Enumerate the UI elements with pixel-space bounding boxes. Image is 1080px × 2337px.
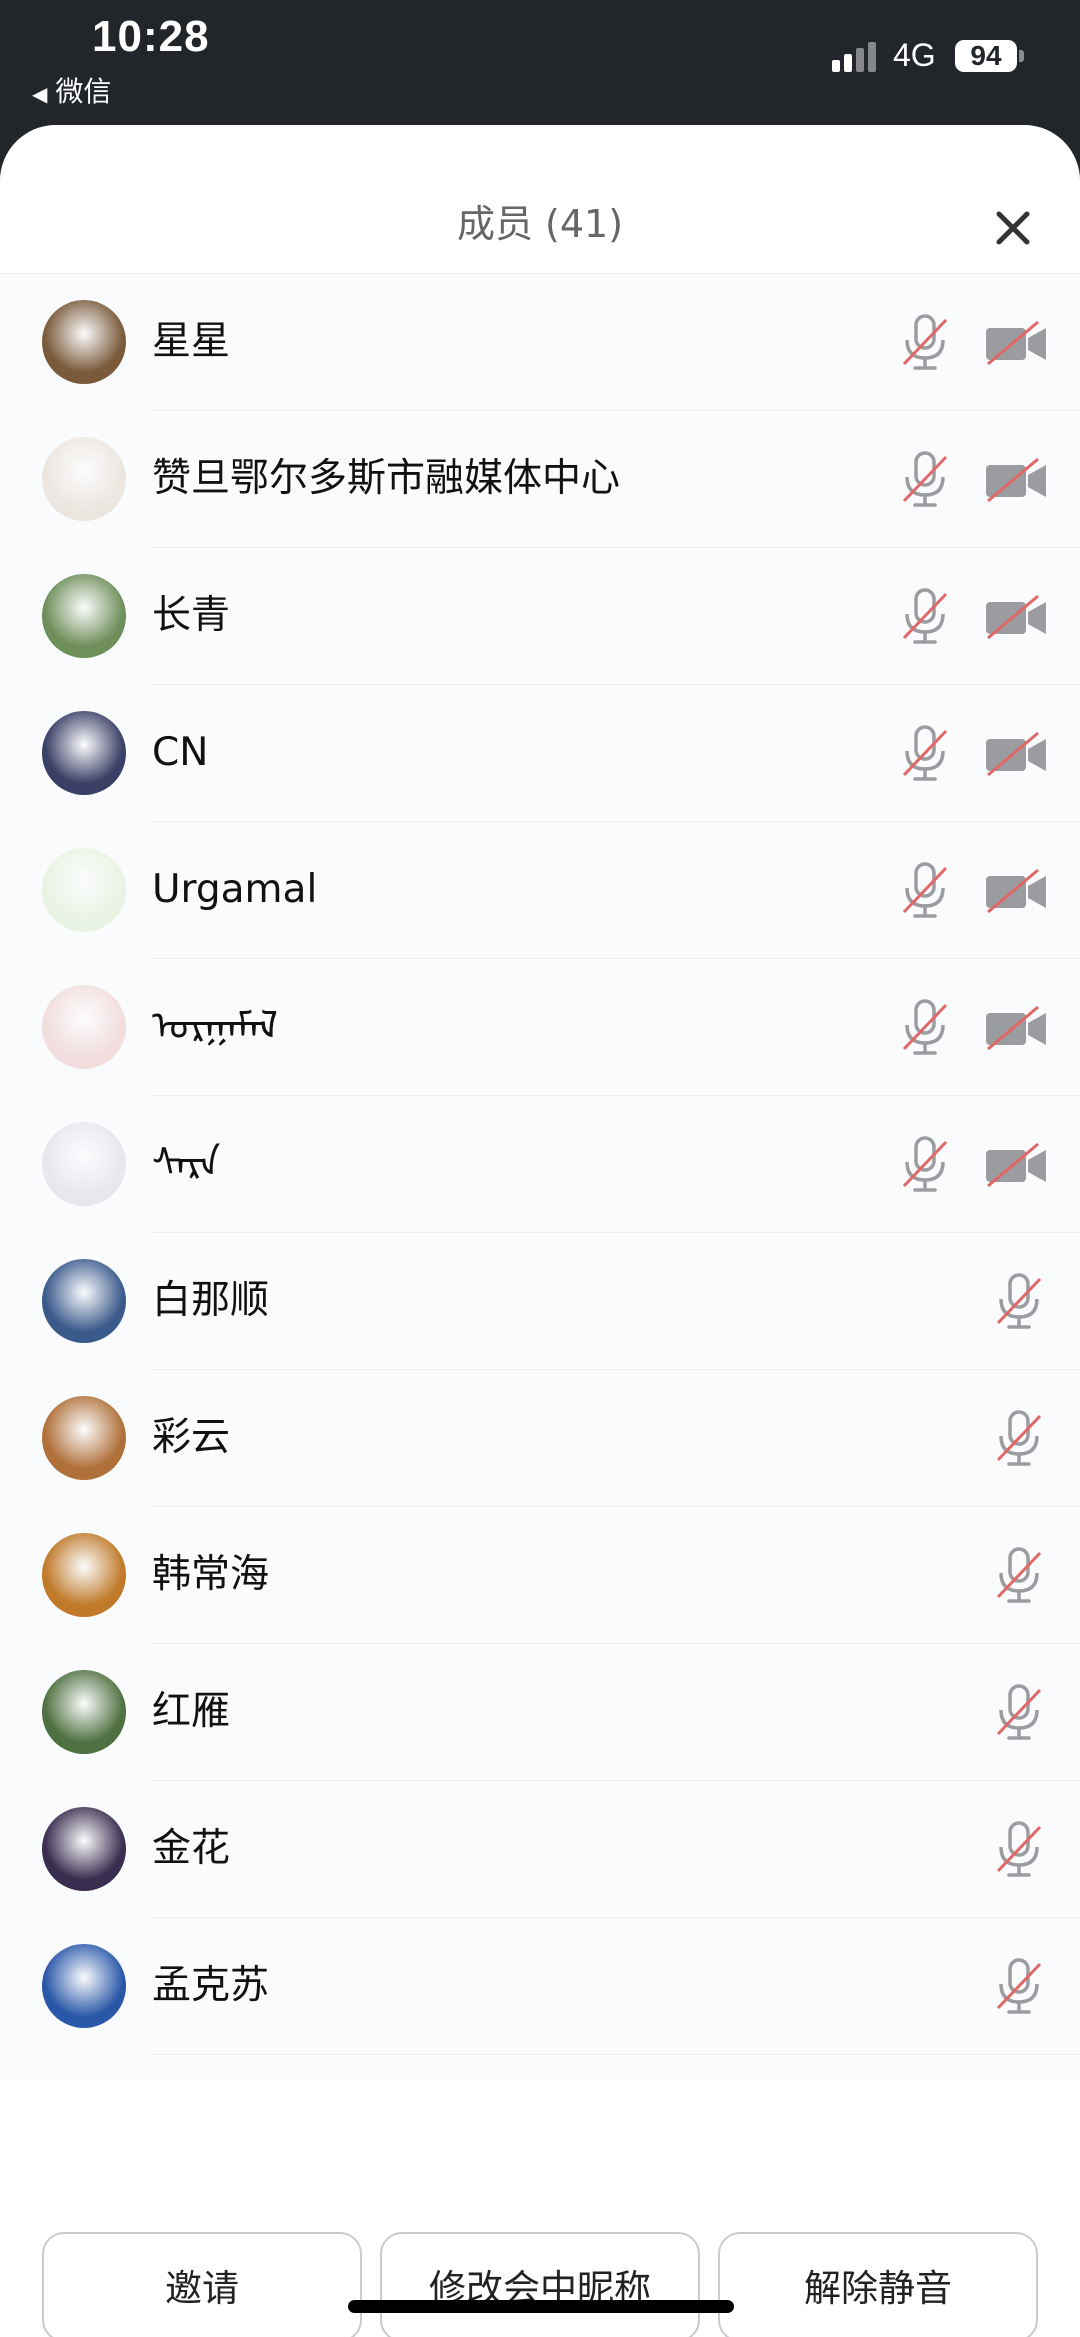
status-time: 10:28: [92, 12, 210, 61]
status-bar: 10:28 ◀ 微信 4G 94: [0, 0, 1080, 125]
unmute-button[interactable]: 解除静音: [718, 2232, 1038, 2337]
member-name: ᠰᠠᠷᠠ: [152, 1141, 221, 1186]
back-to-wechat[interactable]: ◀ 微信: [32, 70, 111, 110]
member-row[interactable]: 长青: [42, 548, 1080, 685]
mic-muted-icon: [996, 1821, 1042, 1877]
camera-off-icon: [986, 594, 1046, 640]
avatar: [42, 1396, 126, 1480]
avatar: [42, 1944, 126, 2028]
avatar: [42, 848, 126, 932]
member-row[interactable]: ᠤᠷᠭᠠᠮᠠᠯ: [42, 959, 1080, 1096]
member-name: 孟克苏: [152, 1963, 270, 2008]
back-app-label: 微信: [55, 75, 112, 108]
mic-muted-icon: [902, 999, 948, 1055]
member-name: 赞旦鄂尔多斯市融媒体中心: [152, 456, 621, 501]
avatar: [42, 1533, 126, 1617]
member-name: 彩云: [152, 1415, 231, 1460]
members-sheet: 成员 (41) 星星 赞旦鄂尔多斯市融媒体中心 长青 CN Urgamal ᠤᠷ…: [0, 125, 1080, 2337]
invite-button[interactable]: 邀请: [42, 2232, 362, 2337]
member-row[interactable]: CN: [42, 685, 1080, 822]
member-name: 白那顺: [152, 1278, 270, 1323]
avatar: [42, 1670, 126, 1754]
camera-off-icon: [986, 868, 1046, 914]
mic-muted-icon: [996, 1273, 1042, 1329]
mic-muted-icon: [902, 725, 948, 781]
mic-muted-icon: [902, 862, 948, 918]
member-row[interactable]: 白那顺: [42, 1233, 1080, 1370]
avatar: [42, 574, 126, 658]
member-name: 红雁: [152, 1689, 231, 1734]
member-name: 韩常海: [152, 1552, 270, 1597]
page-title: 成员 (41): [456, 202, 624, 246]
close-icon[interactable]: [985, 200, 1041, 256]
member-row[interactable]: 彩云: [42, 1370, 1080, 1507]
mic-muted-icon: [996, 1684, 1042, 1740]
avatar: [42, 300, 126, 384]
signal-icon: [832, 42, 878, 72]
battery-tip: [1019, 50, 1024, 62]
member-row[interactable]: Urgamal: [42, 822, 1080, 959]
member-row[interactable]: 孟克苏: [42, 1918, 1080, 2055]
back-arrow-icon: ◀: [32, 82, 48, 106]
avatar: [42, 1807, 126, 1891]
member-name: Urgamal: [152, 867, 318, 912]
member-row[interactable]: 赞旦鄂尔多斯市融媒体中心: [42, 411, 1080, 548]
camera-off-icon: [986, 1005, 1046, 1051]
network-type: 4G: [893, 37, 936, 73]
member-name: ᠤᠷᠭᠠᠮᠠᠯ: [152, 1004, 278, 1049]
avatar: [42, 437, 126, 521]
camera-off-icon: [986, 320, 1046, 366]
mic-muted-icon: [902, 1136, 948, 1192]
mic-muted-icon: [902, 588, 948, 644]
mic-muted-icon: [902, 314, 948, 370]
camera-off-icon: [986, 457, 1046, 503]
rename-button[interactable]: 修改会中昵称: [380, 2232, 700, 2337]
sheet-header: 成员 (41): [0, 125, 1080, 274]
camera-off-icon: [986, 1142, 1046, 1188]
member-name: 金花: [152, 1826, 231, 1871]
avatar: [42, 1122, 126, 1206]
footer-bar: 邀请 修改会中昵称 解除静音: [0, 2080, 1080, 2337]
mic-muted-icon: [996, 1958, 1042, 2014]
member-row[interactable]: 红雁: [42, 1644, 1080, 1781]
member-row[interactable]: 星星: [42, 274, 1080, 411]
mic-muted-icon: [996, 1547, 1042, 1603]
battery-icon: 94: [955, 40, 1017, 72]
member-row[interactable]: 韩常海: [42, 1507, 1080, 1644]
camera-off-icon: [986, 731, 1046, 777]
avatar: [42, 711, 126, 795]
avatar: [42, 1259, 126, 1343]
member-name: 星星: [152, 319, 231, 364]
home-indicator[interactable]: [348, 2300, 734, 2313]
mic-muted-icon: [996, 1410, 1042, 1466]
member-list[interactable]: 星星 赞旦鄂尔多斯市融媒体中心 长青 CN Urgamal ᠤᠷᠭᠠᠮᠠᠯ ᠰᠠ…: [0, 274, 1080, 2082]
member-row[interactable]: ᠰᠠᠷᠠ: [42, 1096, 1080, 1233]
mic-muted-icon: [902, 451, 948, 507]
member-name: 长青: [152, 593, 231, 638]
member-name: CN: [152, 730, 209, 775]
member-row[interactable]: 金花: [42, 1781, 1080, 1918]
avatar: [42, 985, 126, 1069]
